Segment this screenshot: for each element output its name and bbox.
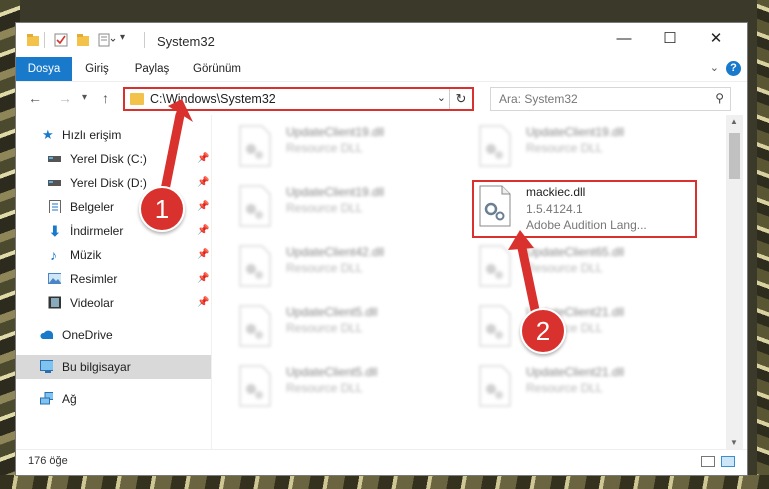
arrow-2 <box>517 243 540 315</box>
arrow-2-head <box>508 230 534 250</box>
annotation-arrows <box>160 99 540 315</box>
step-badge-1: 1 <box>139 186 185 232</box>
arrow-1 <box>160 110 185 195</box>
step-badge-2: 2 <box>520 308 566 354</box>
